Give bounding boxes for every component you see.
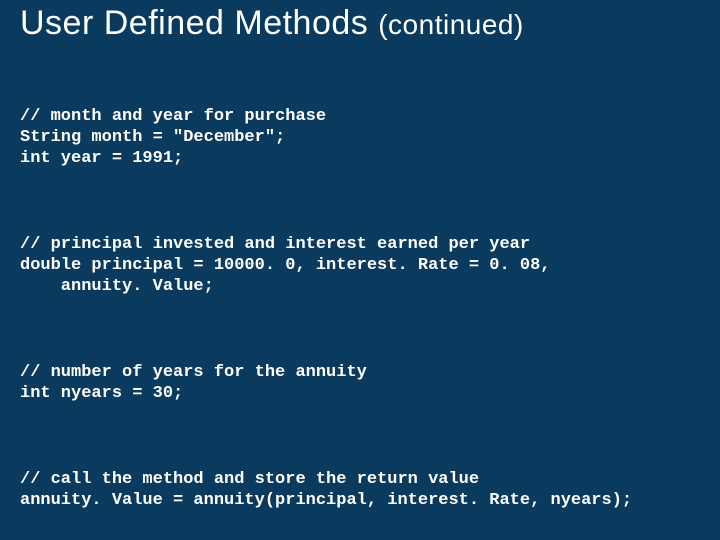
code-block-4: // call the method and store the return … bbox=[20, 469, 700, 512]
title-continued: (continued) bbox=[378, 9, 524, 40]
code-area: // month and year for purchase String mo… bbox=[20, 63, 700, 540]
code-block-2: // principal invested and interest earne… bbox=[20, 234, 700, 298]
slide-title: User Defined Methods (continued) bbox=[20, 4, 700, 43]
title-main: User Defined Methods bbox=[20, 4, 368, 42]
slide: User Defined Methods (continued) // mont… bbox=[0, 4, 720, 540]
code-block-3: // number of years for the annuity int n… bbox=[20, 362, 700, 405]
code-block-1: // month and year for purchase String mo… bbox=[20, 106, 700, 170]
